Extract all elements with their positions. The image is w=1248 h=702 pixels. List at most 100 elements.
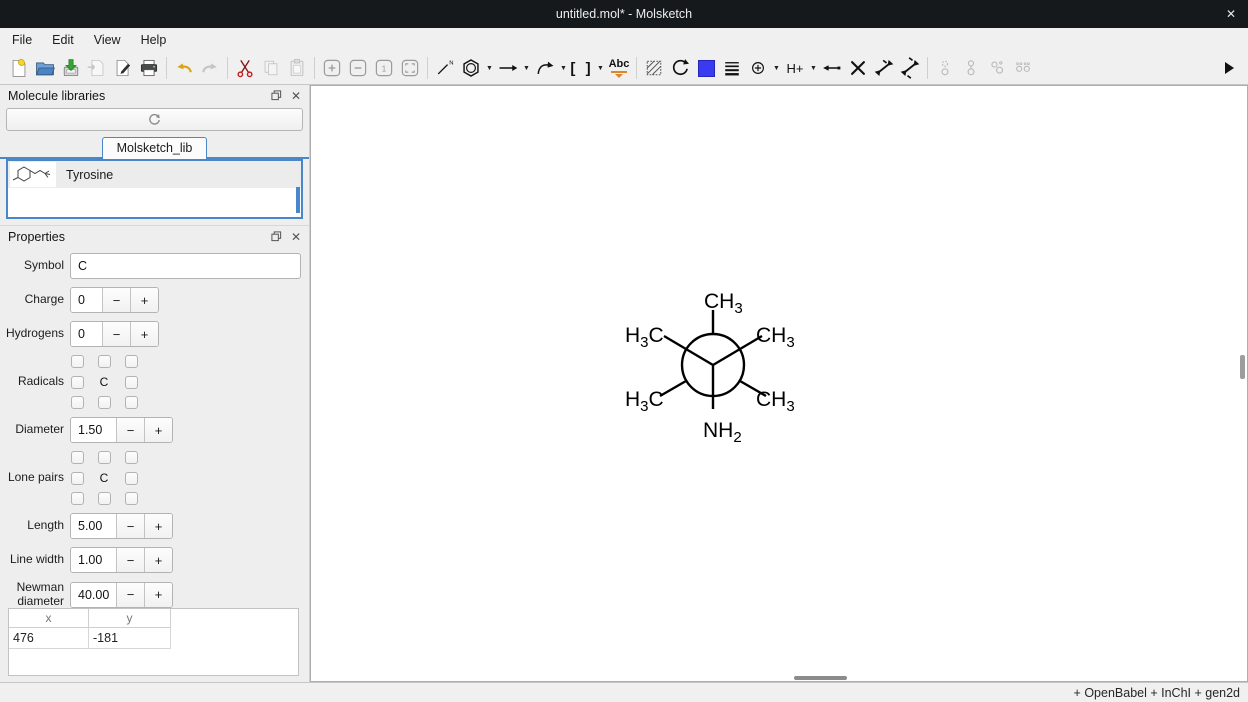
hydrogen-tool-button[interactable]: H+ xyxy=(782,55,808,81)
flip-horizontal-button[interactable] xyxy=(871,55,897,81)
length-value[interactable]: 5.00 xyxy=(71,514,116,538)
reaction-arrow-dropdown[interactable]: ▼ xyxy=(521,55,532,81)
conformer-tool-2-button[interactable] xyxy=(958,55,984,81)
zoom-reset-button[interactable]: 1 xyxy=(371,55,397,81)
atom-label-ch3-lower-right[interactable]: CH3 xyxy=(756,388,795,415)
zoom-out-button[interactable] xyxy=(345,55,371,81)
radical-checkbox[interactable] xyxy=(98,355,111,368)
lone-pair-checkbox[interactable] xyxy=(98,492,111,505)
charge-plus-button[interactable]: + xyxy=(130,288,158,312)
line-width-button[interactable] xyxy=(719,55,745,81)
diameter-minus-button[interactable]: − xyxy=(116,418,144,442)
ring-tool-dropdown[interactable]: ▼ xyxy=(484,55,495,81)
lone-pair-checkbox[interactable] xyxy=(125,451,138,464)
library-list[interactable]: Tyrosine xyxy=(6,159,303,219)
rotate-tool-button[interactable] xyxy=(667,55,693,81)
libraries-float-button[interactable] xyxy=(271,90,282,101)
hydrogen-tool-dropdown[interactable]: ▼ xyxy=(808,55,819,81)
save-button[interactable] xyxy=(58,55,84,81)
radical-checkbox[interactable] xyxy=(125,355,138,368)
atom-label-ch3-top[interactable]: CH3 xyxy=(704,290,743,317)
export-button[interactable] xyxy=(110,55,136,81)
zoom-fit-button[interactable] xyxy=(397,55,423,81)
flip-vertical-button[interactable] xyxy=(897,55,923,81)
redo-button[interactable] xyxy=(197,55,223,81)
charge-tool-button[interactable] xyxy=(745,55,771,81)
connect-tool-button[interactable] xyxy=(819,55,845,81)
cut-button[interactable] xyxy=(232,55,258,81)
list-item-tyrosine[interactable]: Tyrosine xyxy=(8,161,301,188)
column-header-y[interactable]: y xyxy=(89,609,171,628)
menu-edit[interactable]: Edit xyxy=(42,30,84,50)
radical-checkbox[interactable] xyxy=(71,396,84,409)
lone-pair-checkbox[interactable] xyxy=(71,451,84,464)
canvas-vertical-scrollbar[interactable] xyxy=(1240,355,1245,379)
hydrogens-plus-button[interactable]: + xyxy=(130,322,158,346)
radical-checkbox[interactable] xyxy=(71,376,84,389)
radical-checkbox[interactable] xyxy=(125,376,138,389)
zoom-in-button[interactable] xyxy=(319,55,345,81)
newman-projection[interactable]: CH3 H3C CH3 H3C CH3 NH2 xyxy=(604,278,824,453)
charge-value[interactable]: 0 xyxy=(71,288,102,312)
copy-button[interactable] xyxy=(258,55,284,81)
hydrogens-minus-button[interactable]: − xyxy=(102,322,130,346)
lone-pair-checkbox[interactable] xyxy=(71,472,84,485)
libraries-close-button[interactable]: ✕ xyxy=(291,89,301,103)
length-plus-button[interactable]: + xyxy=(144,514,172,538)
radical-checkbox[interactable] xyxy=(125,396,138,409)
length-minus-button[interactable]: − xyxy=(116,514,144,538)
brackets-tool-button[interactable]: [ ] xyxy=(569,55,595,81)
text-tool-button[interactable]: Abc xyxy=(606,55,632,81)
atom-label-nh2-bottom[interactable]: NH2 xyxy=(703,419,742,446)
newman-diameter-value[interactable]: 40.00 xyxy=(71,583,116,607)
properties-float-button[interactable] xyxy=(271,231,282,242)
properties-close-button[interactable]: ✕ xyxy=(291,230,301,244)
canvas-horizontal-scrollbar[interactable] xyxy=(794,676,847,680)
line-width-minus-button[interactable]: − xyxy=(116,548,144,572)
menu-help[interactable]: Help xyxy=(131,30,177,50)
print-button[interactable] xyxy=(136,55,162,81)
draw-bond-button[interactable]: N xyxy=(432,55,458,81)
line-width-plus-button[interactable]: + xyxy=(144,548,172,572)
lone-pair-checkbox[interactable] xyxy=(98,451,111,464)
delete-tool-button[interactable] xyxy=(845,55,871,81)
undo-button[interactable] xyxy=(171,55,197,81)
reaction-arrow-button[interactable] xyxy=(495,55,521,81)
mechanism-arrow-button[interactable] xyxy=(532,55,558,81)
conformer-tool-4-button[interactable] xyxy=(1010,55,1036,81)
newman-diameter-plus-button[interactable]: + xyxy=(144,583,172,607)
lone-pair-checkbox[interactable] xyxy=(71,492,84,505)
atom-label-ch3-upper-right[interactable]: CH3 xyxy=(756,324,795,351)
lone-pair-checkbox[interactable] xyxy=(125,492,138,505)
column-header-x[interactable]: x xyxy=(9,609,89,628)
library-list-scrollbar[interactable] xyxy=(296,187,300,213)
selection-tool-button[interactable] xyxy=(641,55,667,81)
menu-file[interactable]: File xyxy=(2,30,42,50)
ring-tool-button[interactable] xyxy=(458,55,484,81)
symbol-input[interactable]: C xyxy=(70,253,301,279)
drawing-canvas[interactable]: CH3 H3C CH3 H3C CH3 NH2 xyxy=(310,85,1248,682)
tab-molsketch-lib[interactable]: Molsketch_lib xyxy=(102,137,208,159)
radical-checkbox[interactable] xyxy=(98,396,111,409)
toolbar-overflow-button[interactable] xyxy=(1216,55,1242,81)
mechanism-arrow-dropdown[interactable]: ▼ xyxy=(558,55,569,81)
charge-tool-dropdown[interactable]: ▼ xyxy=(771,55,782,81)
paste-button[interactable] xyxy=(284,55,310,81)
radical-checkbox[interactable] xyxy=(71,355,84,368)
window-close-button[interactable]: ✕ xyxy=(1226,0,1236,28)
atom-label-h3c-upper-left[interactable]: H3C xyxy=(625,324,664,351)
atom-label-h3c-lower-left[interactable]: H3C xyxy=(625,388,664,415)
menu-view[interactable]: View xyxy=(84,30,131,50)
x-coordinate-cell[interactable]: 476 xyxy=(9,628,89,649)
front-bonds[interactable] xyxy=(664,336,762,409)
diameter-value[interactable]: 1.50 xyxy=(71,418,116,442)
color-picker-button[interactable] xyxy=(693,55,719,81)
newman-diameter-minus-button[interactable]: − xyxy=(116,583,144,607)
diameter-plus-button[interactable]: + xyxy=(144,418,172,442)
charge-minus-button[interactable]: − xyxy=(102,288,130,312)
brackets-dropdown[interactable]: ▼ xyxy=(595,55,606,81)
conformer-tool-1-button[interactable] xyxy=(932,55,958,81)
lone-pair-checkbox[interactable] xyxy=(125,472,138,485)
hydrogens-value[interactable]: 0 xyxy=(71,322,102,346)
open-button[interactable] xyxy=(32,55,58,81)
